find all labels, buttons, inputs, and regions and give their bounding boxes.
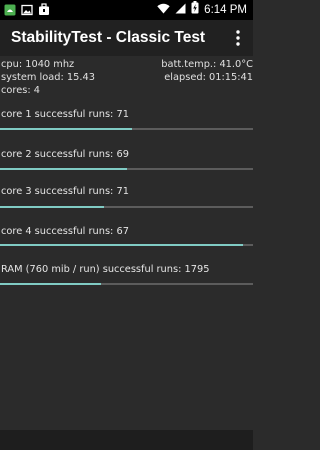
wifi-icon xyxy=(157,1,170,19)
ram-runs-label: RAM (760 mib / run) successful runs: 179… xyxy=(1,264,210,275)
system-load: system load: 15.43 xyxy=(1,72,95,83)
elapsed-time: elapsed: 01:15:41 xyxy=(164,72,253,83)
core4-progress-fill xyxy=(0,244,243,246)
core3-progress-bar xyxy=(0,206,253,208)
app-bar: StabilityTest - Classic Test xyxy=(0,20,253,56)
ram-progress-bar xyxy=(0,283,253,285)
battery-charging-icon xyxy=(191,1,199,19)
core1-progress-bar xyxy=(0,128,253,130)
status-bar: 6:14 PM xyxy=(0,0,253,20)
bottom-area xyxy=(0,430,253,450)
image-icon xyxy=(21,4,33,16)
core2-runs-label: core 2 successful runs: 69 xyxy=(1,149,129,160)
core4-runs-label: core 4 successful runs: 67 xyxy=(1,226,129,237)
app-title: StabilityTest - Classic Test xyxy=(11,29,206,46)
status-time: 6:14 PM xyxy=(204,4,247,16)
android-debug-icon xyxy=(4,4,16,16)
core2-progress-fill xyxy=(0,168,127,170)
core1-progress-fill xyxy=(0,128,132,130)
core4-progress-bar xyxy=(0,244,253,246)
core3-runs-label: core 3 successful runs: 71 xyxy=(1,186,129,197)
status-left-icons xyxy=(4,3,50,16)
ram-progress-fill xyxy=(0,283,102,285)
signal-icon xyxy=(175,1,186,19)
core2-progress-bar xyxy=(0,168,253,170)
core-count: cores: 4 xyxy=(1,85,40,96)
battery-temperature: batt.temp.: 41.0°C xyxy=(161,59,253,70)
status-right-icons: 6:14 PM xyxy=(157,0,247,20)
cpu-frequency: cpu: 1040 mhz xyxy=(1,59,75,70)
core1-runs-label: core 1 successful runs: 71 xyxy=(1,109,129,120)
core3-progress-fill xyxy=(0,206,104,208)
briefcase-icon xyxy=(38,3,50,16)
more-vert-icon[interactable] xyxy=(231,29,245,47)
